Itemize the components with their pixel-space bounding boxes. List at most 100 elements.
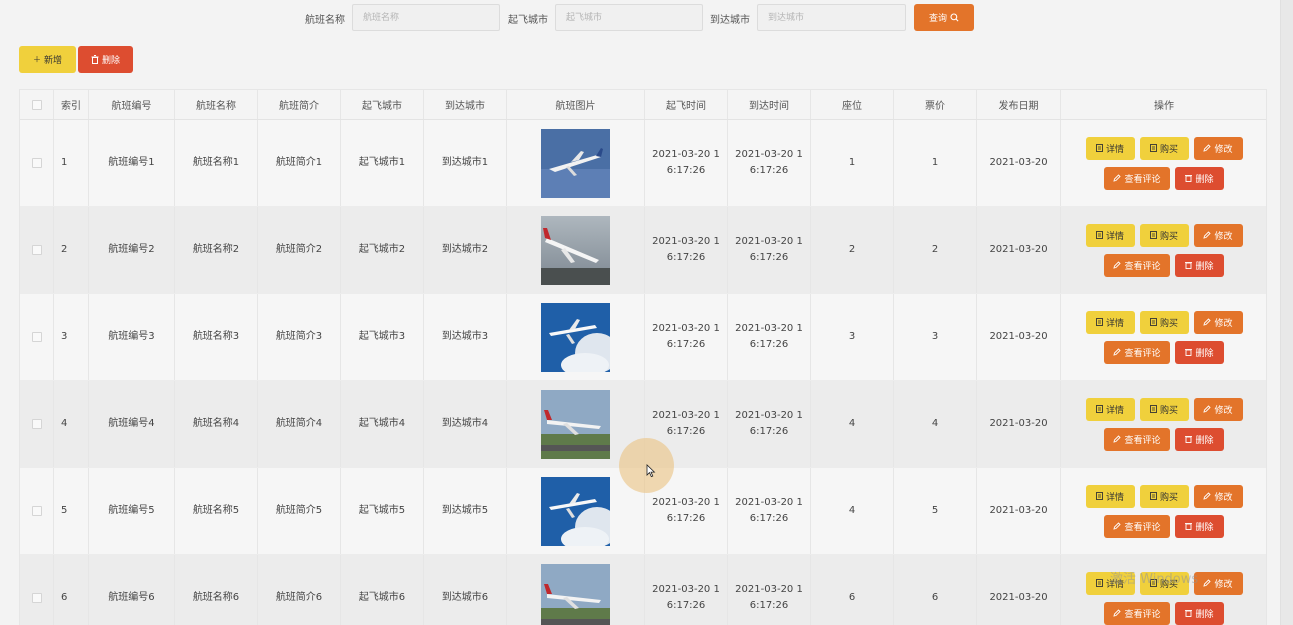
document-icon — [1096, 318, 1103, 326]
pencil-icon — [1203, 144, 1212, 152]
edit-button[interactable]: 修改 — [1193, 484, 1243, 508]
detail-button[interactable]: 详情 — [1085, 397, 1135, 421]
cell-from: 起飞城市2 — [341, 207, 424, 293]
row-checkbox[interactable] — [31, 332, 42, 342]
cell-intro: 航班简介2 — [258, 207, 341, 293]
edit-button[interactable]: 修改 — [1193, 223, 1243, 247]
row-delete-button[interactable]: 删除 — [1175, 340, 1224, 364]
edit-label: 修改 — [1214, 144, 1233, 155]
flight-name-input[interactable] — [352, 4, 500, 31]
view-reviews-button[interactable]: 查看评论 — [1104, 514, 1170, 538]
detail-button[interactable]: 详情 — [1085, 223, 1135, 247]
document-icon — [1096, 492, 1103, 500]
view-reviews-button[interactable]: 查看评论 — [1104, 166, 1170, 190]
view-reviews-button[interactable]: 查看评论 — [1104, 427, 1170, 451]
cell-to: 到达城市2 — [424, 207, 507, 293]
actions-row-top: 详情 购买 修改 — [1085, 484, 1243, 508]
cell-code: 航班编号2 — [89, 207, 175, 293]
flight-image[interactable] — [541, 563, 610, 625]
page-scrollbar[interactable] — [1280, 0, 1293, 625]
row-delete-button[interactable]: 删除 — [1175, 601, 1224, 625]
row-delete-button[interactable]: 删除 — [1175, 253, 1224, 277]
row-delete-label: 删除 — [1195, 261, 1214, 272]
document-icon — [1150, 405, 1157, 413]
cell-arrive: 2021-03-20 16:17:26 — [728, 294, 811, 380]
header-from: 起飞城市 — [341, 90, 424, 119]
buy-label: 购买 — [1159, 405, 1178, 416]
view-reviews-button[interactable]: 查看评论 — [1104, 601, 1170, 625]
detail-label: 详情 — [1105, 318, 1124, 329]
cell-intro: 航班简介1 — [258, 120, 341, 206]
select-all-checkbox[interactable] — [31, 99, 42, 110]
from-city-input[interactable] — [555, 4, 703, 31]
arrive-time: 2021-03-20 16:17:26 — [735, 584, 803, 611]
row-checkbox[interactable] — [31, 593, 42, 603]
buy-button[interactable]: 购买 — [1139, 310, 1189, 334]
pencil-icon — [1113, 261, 1122, 269]
detail-button[interactable]: 详情 — [1085, 136, 1135, 160]
flight-image[interactable] — [541, 476, 610, 546]
detail-button[interactable]: 详情 — [1085, 310, 1135, 334]
query-button[interactable]: 查询 — [914, 4, 974, 31]
select-all-cell — [20, 90, 54, 119]
table-row: 1 航班编号1 航班名称1 航班简介1 起飞城市1 到达城市1 2021-03-… — [20, 120, 1266, 207]
search-bar: 航班名称 起飞城市 到达城市 查询 — [0, 4, 1280, 31]
row-delete-button[interactable]: 删除 — [1175, 514, 1224, 538]
document-icon — [1150, 318, 1157, 326]
flight-image[interactable] — [541, 128, 610, 198]
view-reviews-button[interactable]: 查看评论 — [1104, 340, 1170, 364]
cell-image — [507, 294, 645, 380]
trash-icon — [1185, 436, 1193, 443]
plus-icon: ＋ — [32, 55, 41, 64]
document-icon — [1096, 405, 1103, 413]
pencil-icon — [1113, 174, 1122, 182]
buy-button[interactable]: 购买 — [1139, 397, 1189, 421]
cell-depart: 2021-03-20 16:17:26 — [645, 555, 728, 625]
flight-image[interactable] — [541, 302, 610, 372]
batch-delete-button[interactable]: 删除 — [78, 46, 133, 73]
buy-button[interactable]: 购买 — [1139, 223, 1189, 247]
detail-button[interactable]: 详情 — [1085, 484, 1135, 508]
cell-code: 航班编号3 — [89, 294, 175, 380]
row-delete-button[interactable]: 删除 — [1175, 166, 1224, 190]
cell-price: 4 — [894, 381, 977, 467]
row-checkbox[interactable] — [31, 158, 42, 168]
header-name: 航班名称 — [175, 90, 258, 119]
cell-seats: 2 — [811, 207, 894, 293]
cell-to: 到达城市6 — [424, 555, 507, 625]
document-icon — [1096, 231, 1103, 239]
flight-image[interactable] — [541, 215, 610, 285]
document-icon — [1150, 231, 1157, 239]
flight-image[interactable] — [541, 389, 610, 459]
row-delete-label: 删除 — [1195, 609, 1214, 620]
header-actions: 操作 — [1154, 101, 1174, 112]
buy-button[interactable]: 购买 — [1139, 136, 1189, 160]
actions-row-top: 详情 购买 修改 — [1085, 223, 1243, 247]
cell-to: 到达城市5 — [424, 468, 507, 554]
table-body: 1 航班编号1 航班名称1 航班简介1 起飞城市1 到达城市1 2021-03-… — [20, 120, 1266, 625]
to-city-input[interactable] — [757, 4, 906, 31]
cell-seats: 4 — [811, 381, 894, 467]
cell-arrive: 2021-03-20 16:17:26 — [728, 555, 811, 625]
cell-to: 到达城市3 — [424, 294, 507, 380]
edit-button[interactable]: 修改 — [1193, 397, 1243, 421]
row-checkbox[interactable] — [31, 506, 42, 516]
add-button[interactable]: ＋ 新增 — [19, 46, 76, 73]
from-city-label: 起飞城市 — [508, 15, 548, 26]
actions-row-bottom: 查看评论 删除 — [1104, 340, 1224, 364]
row-checkbox[interactable] — [31, 419, 42, 429]
header-image: 航班图片 — [507, 90, 645, 119]
cell-name: 航班名称3 — [175, 294, 258, 380]
cell-arrive: 2021-03-20 16:17:26 — [728, 468, 811, 554]
view-reviews-button[interactable]: 查看评论 — [1104, 253, 1170, 277]
trash-icon — [1185, 262, 1193, 269]
buy-button[interactable]: 购买 — [1139, 484, 1189, 508]
edit-button[interactable]: 修改 — [1193, 136, 1243, 160]
row-delete-button[interactable]: 删除 — [1175, 427, 1224, 451]
actions-row-bottom: 查看评论 删除 — [1104, 253, 1224, 277]
edit-button[interactable]: 修改 — [1193, 571, 1243, 595]
edit-label: 修改 — [1214, 492, 1233, 503]
cell-price: 5 — [894, 468, 977, 554]
edit-button[interactable]: 修改 — [1193, 310, 1243, 334]
row-checkbox[interactable] — [31, 245, 42, 255]
